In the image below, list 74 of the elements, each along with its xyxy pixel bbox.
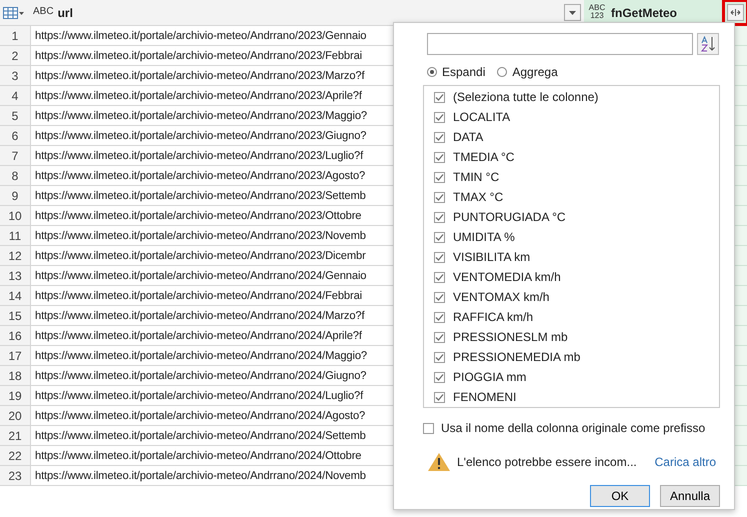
row-number: 7 [0,146,30,166]
column-header[interactable]: fnGetMeteo [611,6,677,20]
checkbox[interactable] [434,292,445,302]
row-number: 21 [0,426,30,446]
row-number: 20 [0,406,30,426]
row-number: 11 [0,226,30,246]
checkbox-label[interactable]: FENOMENI [453,390,516,404]
row-number: 19 [0,386,30,406]
row-number: 9 [0,186,30,206]
table-menu-icon[interactable] [3,6,25,20]
filter-dropdown-button[interactable] [564,4,581,21]
checkbox[interactable] [434,132,445,142]
search-field[interactable] [427,33,693,55]
row-number: 8 [0,166,30,186]
checkbox[interactable] [434,172,445,182]
row-number: 22 [0,446,30,466]
load-more-link[interactable]: Carica altro [654,455,716,469]
row-number: 15 [0,306,30,326]
row-number: 16 [0,326,30,346]
row-number: 18 [0,366,30,386]
checkbox-label[interactable]: PIOGGIA mm [453,370,526,384]
checkbox[interactable] [434,212,445,222]
checkbox-label[interactable]: PRESSIONEMEDIA mb [453,350,580,364]
radio-label[interactable]: Aggrega [512,65,558,79]
row-number: 23 [0,466,30,486]
checkbox-label[interactable]: PRESSIONESLM mb [453,330,568,344]
row-number: 6 [0,126,30,146]
checkbox[interactable] [434,92,445,102]
checkbox-label[interactable]: PUNTORUGIADA °C [453,210,566,224]
checkbox[interactable] [434,272,445,282]
warning-icon [427,452,451,472]
checkbox-label[interactable]: TMEDIA °C [453,150,514,164]
checkbox-label[interactable]: DATA [453,130,484,144]
caret-icon [569,10,576,14]
checkbox[interactable] [434,112,445,122]
row-number: 12 [0,246,30,266]
row-number: 17 [0,346,30,366]
cancel-button[interactable]: Annulla [660,485,720,507]
radio-label[interactable]: Espandi [442,65,486,79]
checkbox-label[interactable]: VENTOMAX km/h [453,290,550,304]
text-type-icon[interactable]: ABC [33,8,54,16]
ok-button[interactable]: OK [590,485,650,507]
radio-button[interactable] [427,67,437,77]
checkbox[interactable] [434,312,445,322]
any-type-icon[interactable]: ABC 123 [587,4,607,20]
sort-az-icon [700,36,716,52]
checkbox[interactable] [423,422,434,434]
checkbox[interactable] [434,392,445,402]
row-number: 13 [0,266,30,286]
checkbox[interactable] [434,332,445,342]
row-number: 3 [0,66,30,86]
sort-button[interactable] [697,33,719,55]
checkbox-label[interactable]: UMIDITA % [453,230,515,244]
radio-button[interactable] [497,67,508,77]
checkbox[interactable] [434,352,445,362]
checkbox[interactable] [434,372,445,382]
checkbox-label[interactable]: VISIBILITA km [453,250,530,264]
checkbox[interactable] [434,192,445,202]
row-number: 4 [0,86,30,106]
checkbox-label[interactable]: LOCALITA [453,110,510,124]
row-number: 1 [0,26,30,46]
row-number: 14 [0,286,30,306]
expand-icon [730,9,741,16]
checkbox-label[interactable]: TMAX °C [453,190,504,204]
row-number: 2 [0,46,30,66]
checkbox[interactable] [434,232,445,242]
checkbox-label[interactable]: TMIN °C [453,170,500,184]
checkbox[interactable] [434,152,445,162]
column-header[interactable]: url [58,6,73,20]
checkbox-label[interactable]: RAFFICA km/h [453,310,534,324]
checkbox-label[interactable]: VENTOMEDIA km/h [453,270,561,284]
row-number: 10 [0,206,30,226]
row-number: 5 [0,106,30,126]
checkbox[interactable] [434,252,445,262]
